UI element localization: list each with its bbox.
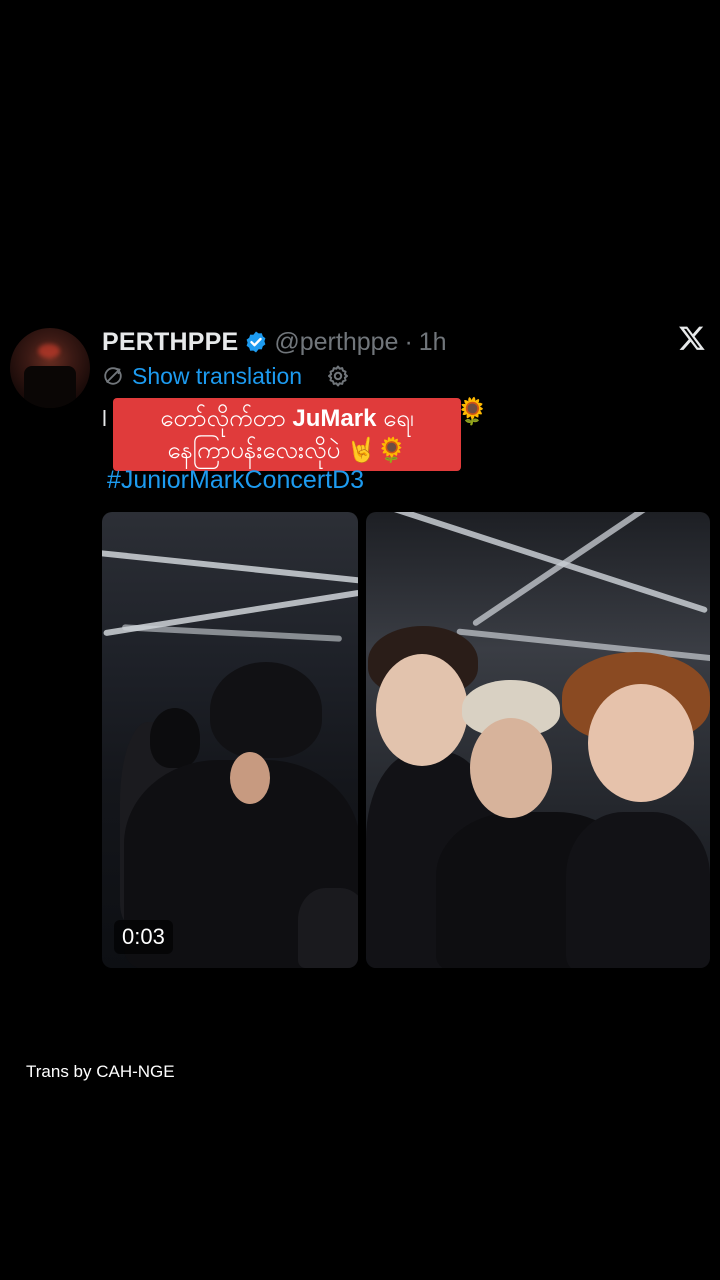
face: [230, 752, 270, 804]
tent-frame: [366, 512, 709, 614]
translator-credit: Trans by CAH-NGE: [26, 1062, 175, 1081]
separator-dot: ·: [404, 327, 413, 356]
overlay-line-1: တော်လိုက်တာ JuMark ရေ၊: [160, 403, 413, 435]
tent-frame: [456, 628, 710, 662]
person-foreground: [298, 888, 358, 968]
avatar-silhouette: [24, 366, 76, 408]
translate-icon: [104, 367, 122, 385]
video-thumbnail[interactable]: 0:03: [102, 512, 358, 968]
x-logo-icon[interactable]: [678, 324, 706, 352]
avatar[interactable]: [10, 328, 90, 408]
face: [376, 654, 468, 766]
face: [470, 718, 552, 818]
media-grid: 0:03: [102, 512, 710, 970]
translation-row: Show translation: [102, 360, 350, 392]
tent-frame: [102, 549, 358, 585]
tweet-header: PERTHPPE @perthppe · 1h: [102, 322, 447, 362]
avatar-glow: [38, 344, 60, 358]
overlay-text-a: တော်လိုက်တာ: [160, 404, 293, 432]
tent-frame: [121, 624, 343, 642]
overlay-text-bold: JuMark: [292, 404, 377, 432]
verified-badge-icon: [246, 331, 266, 353]
face: [588, 684, 694, 802]
translation-overlay: တော်လိုက်တာ JuMark ရေ၊ နေကြာပန်းလေးလိုပဲ…: [113, 398, 461, 471]
hair: [150, 708, 200, 768]
hashtag-link[interactable]: #JuniorMarkConcertD3: [107, 466, 364, 495]
tweet-card[interactable]: PERTHPPE @perthppe · 1h Show translation…: [0, 318, 720, 978]
overlay-text-c: ရေ၊: [376, 404, 414, 432]
overlay-line-2: နေကြာပန်းလေးလိုပဲ 🤘🌻: [167, 436, 407, 464]
user-handle[interactable]: @perthppe: [274, 328, 398, 357]
gear-icon[interactable]: [326, 364, 350, 388]
tweet-text-prefix: l: [102, 406, 107, 431]
display-name[interactable]: PERTHPPE: [102, 328, 238, 357]
person-right: [566, 812, 710, 968]
show-translation-link[interactable]: Show translation: [132, 363, 302, 390]
hair: [210, 662, 322, 758]
video-duration: 0:03: [114, 920, 173, 954]
timestamp[interactable]: 1h: [419, 328, 447, 357]
photo-thumbnail[interactable]: [366, 512, 710, 968]
